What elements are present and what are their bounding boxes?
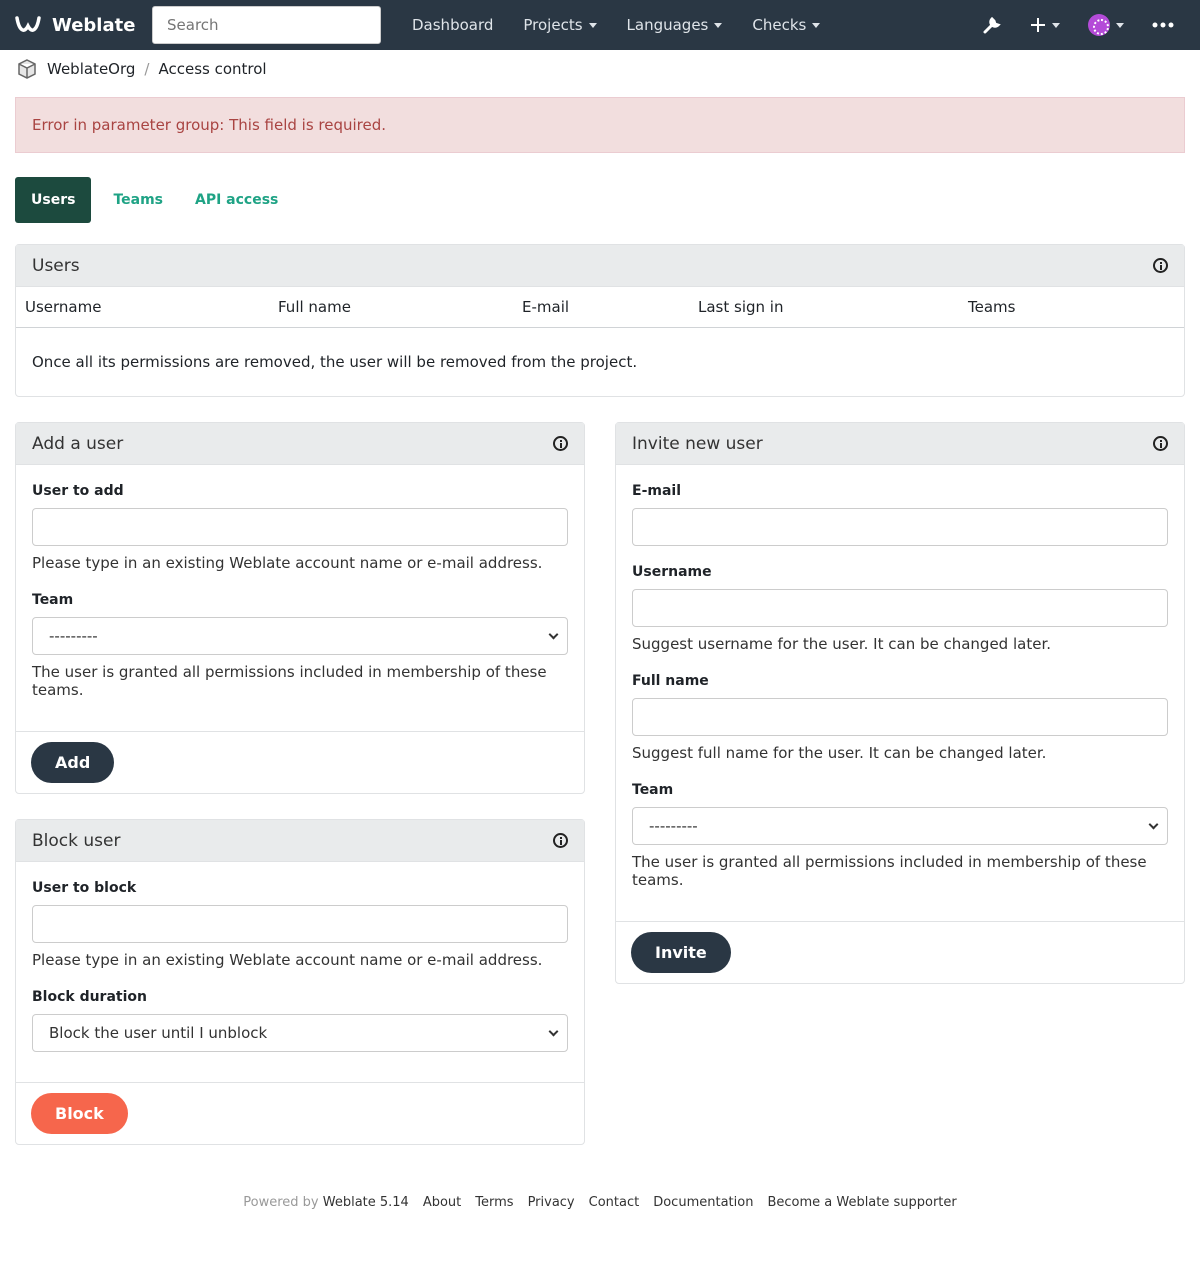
username-field[interactable] — [632, 589, 1168, 627]
chevron-down-icon — [548, 629, 559, 639]
caret-down-icon — [588, 22, 597, 28]
invite-user-panel: Invite new user E-mail Username Suggest … — [615, 422, 1185, 984]
top-navbar: Weblate Dashboard Projects Languages Che… — [0, 0, 1200, 50]
nav-languages[interactable]: Languages — [612, 0, 738, 50]
info-icon[interactable] — [1153, 436, 1168, 451]
user-to-add-help: Please type in an existing Weblate accou… — [32, 554, 543, 572]
chevron-down-icon — [548, 1026, 559, 1036]
username-help: Suggest username for the user. It can be… — [632, 635, 1052, 653]
block-user-title: Block user — [32, 830, 121, 851]
plus-icon — [1031, 18, 1045, 32]
chevron-down-icon — [1148, 819, 1159, 829]
user-to-block-help: Please type in an existing Weblate accou… — [32, 951, 543, 969]
column-email[interactable]: E-mail — [513, 298, 689, 316]
add-user-panel: Add a user User to add Please type in an… — [15, 422, 585, 794]
team-help: The user is granted all permissions incl… — [32, 663, 547, 699]
column-last-sign-in[interactable]: Last sign in — [689, 298, 959, 316]
user-to-block-input[interactable] — [32, 905, 568, 943]
users-table-header: Username Full name E-mail Last sign in T… — [16, 287, 1184, 328]
team-select[interactable]: --------- — [32, 617, 568, 655]
username-label: Username — [632, 564, 712, 580]
search-input[interactable] — [152, 6, 381, 44]
add-menu-button[interactable] — [1018, 0, 1072, 50]
caret-down-icon — [1116, 22, 1124, 28]
info-icon[interactable] — [553, 436, 568, 451]
nav-dashboard-label: Dashboard — [412, 16, 494, 34]
user-to-block-label: User to block — [32, 880, 137, 896]
invite-button[interactable]: Invite — [631, 932, 731, 973]
footer-link-documentation[interactable]: Documentation — [653, 1195, 753, 1210]
column-full-name[interactable]: Full name — [269, 298, 513, 316]
block-duration-label: Block duration — [32, 989, 147, 1005]
email-label: E-mail — [632, 483, 682, 499]
block-duration-select[interactable]: Block the user until I unblock — [32, 1014, 568, 1052]
info-icon[interactable] — [553, 833, 568, 848]
invite-team-select-value: --------- — [649, 817, 698, 835]
nav-projects[interactable]: Projects — [508, 0, 611, 50]
footer-link-about[interactable]: About — [423, 1195, 461, 1210]
nav-checks[interactable]: Checks — [737, 0, 835, 50]
add-button[interactable]: Add — [31, 742, 115, 783]
brand-link[interactable]: Weblate — [14, 11, 152, 39]
breadcrumb-separator: / — [144, 60, 150, 78]
tab-users[interactable]: Users — [15, 177, 92, 223]
breadcrumb: WeblateOrg / Access control — [0, 50, 1200, 88]
weblate-logo-icon — [14, 11, 42, 39]
footer-link-terms[interactable]: Terms — [475, 1195, 513, 1210]
email-field[interactable] — [632, 508, 1168, 546]
invite-team-help: The user is granted all permissions incl… — [632, 853, 1147, 889]
invite-team-select[interactable]: --------- — [632, 807, 1168, 845]
caret-down-icon — [714, 22, 723, 28]
caret-down-icon — [812, 22, 821, 28]
page-footer: Powered by Weblate 5.14 About Terms Priv… — [0, 1195, 1200, 1210]
team-select-value: --------- — [49, 627, 98, 645]
full-name-field[interactable] — [632, 698, 1168, 736]
footer-link-privacy[interactable]: Privacy — [528, 1195, 575, 1210]
invite-user-title: Invite new user — [632, 433, 763, 454]
user-to-add-input[interactable] — [32, 508, 568, 546]
users-panel: Users Username Full name E-mail Last sig… — [15, 244, 1185, 397]
brand-name: Weblate — [52, 14, 136, 36]
nav-languages-label: Languages — [626, 16, 709, 34]
column-teams[interactable]: Teams — [959, 298, 1015, 316]
error-alert: Error in parameter group: This field is … — [15, 97, 1185, 153]
team-label: Team — [32, 592, 74, 608]
user-menu-button[interactable] — [1076, 0, 1136, 50]
caret-down-icon — [1052, 22, 1060, 28]
column-username[interactable]: Username — [16, 298, 269, 316]
tab-api-access[interactable]: API access — [179, 177, 294, 223]
powered-by-text: Powered by — [243, 1195, 319, 1210]
block-duration-value: Block the user until I unblock — [49, 1024, 268, 1042]
breadcrumb-project[interactable]: WeblateOrg — [47, 60, 135, 78]
user-to-add-label: User to add — [32, 483, 124, 499]
breadcrumb-page[interactable]: Access control — [158, 60, 266, 78]
footer-link-version[interactable]: Weblate 5.14 — [323, 1195, 409, 1210]
avatar — [1088, 14, 1110, 36]
more-icon[interactable] — [1140, 0, 1186, 50]
info-icon[interactable] — [1153, 258, 1168, 273]
nav-dashboard[interactable]: Dashboard — [397, 0, 508, 50]
users-panel-title: Users — [32, 255, 80, 276]
full-name-label: Full name — [632, 673, 709, 689]
invite-team-label: Team — [632, 782, 674, 798]
users-note: Once all its permissions are removed, th… — [32, 353, 638, 371]
tab-teams[interactable]: Teams — [97, 177, 179, 223]
wrench-icon[interactable] — [970, 0, 1014, 50]
add-user-title: Add a user — [32, 433, 124, 454]
nav-projects-label: Projects — [523, 16, 583, 34]
error-message: Error in parameter group: This field is … — [32, 116, 387, 134]
footer-link-contact[interactable]: Contact — [589, 1195, 640, 1210]
access-tabs: Users Teams API access — [15, 177, 1185, 223]
footer-link-supporter[interactable]: Become a Weblate supporter — [767, 1195, 956, 1210]
block-user-panel: Block user User to block Please type in … — [15, 819, 585, 1145]
nav-checks-label: Checks — [752, 16, 807, 34]
block-button[interactable]: Block — [31, 1093, 128, 1134]
project-box-icon — [18, 59, 36, 79]
full-name-help: Suggest full name for the user. It can b… — [632, 744, 1047, 762]
